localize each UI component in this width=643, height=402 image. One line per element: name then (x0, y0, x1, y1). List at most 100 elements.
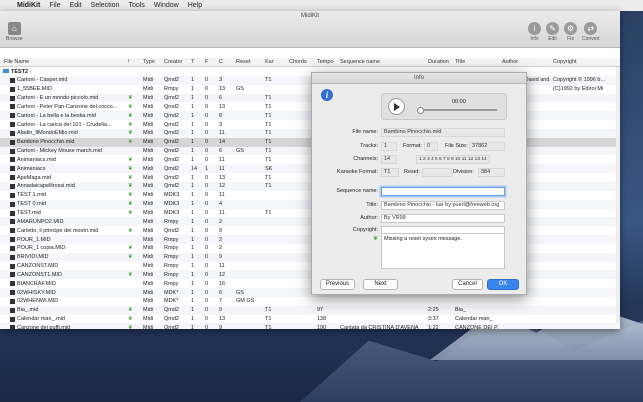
table-row[interactable]: Cartoni - La carica dei 101 - Crudelia..… (0, 120, 620, 129)
table-row[interactable]: Bia_.mid ❦ Midi Qmd2 1 0 9 T1 97 2:25 Bia_ (0, 305, 620, 315)
table-row[interactable]: Bambino Pinocchio.mid ❦ Midi Qmd2 1 0 14 T1 (0, 137, 620, 147)
table-cell: Midi (143, 139, 154, 146)
table-row[interactable]: BRIVIDI.MID ❦ Midi Rmpy 1 0 9 (0, 252, 620, 262)
table-row[interactable]: Canzone dei puffi.mid ❦ Midi Qmd2 1 0 9 T1 190 Ca… (0, 323, 620, 329)
table-row[interactable]: 02WHENWI.MID Midi MDK* 1 0 7 GM GS (0, 297, 620, 306)
column-header[interactable]: Title (455, 59, 465, 65)
table-row[interactable]: CANZONST.MID Midi Rmpy 1 0 11 (0, 262, 620, 271)
column-header[interactable]: File Name (4, 59, 29, 65)
edit-button[interactable]: ✎ Edit (546, 22, 559, 42)
ok-button[interactable]: OK (487, 279, 519, 290)
table-row[interactable]: TEST 0.mid ❦ Midi MDK3 1 0 4 (0, 199, 620, 209)
table-row[interactable]: Animaniacs❦MidiQmd214111SKR.Vitto... (0, 164, 620, 174)
app-menu[interactable]: MidiKit (17, 2, 40, 9)
column-header[interactable]: Type (143, 59, 155, 65)
table-cell: Qmd2 (164, 121, 179, 128)
table-cell: T1 (265, 95, 272, 102)
midi-file-icon (10, 95, 15, 101)
table-cell: 0 (205, 280, 209, 287)
menu-help[interactable]: Help (188, 2, 202, 9)
column-header[interactable]: Tempo (317, 59, 334, 65)
channel-list: 1 2 3 4 5 6 7 8 9 10 11 12 13 14 (416, 155, 490, 164)
table-row[interactable]: Calendar man_.mid ❦ Midi Qmd2 1 0 13 T1 138 3:37 C… (0, 315, 620, 324)
table-cell: MDK3 (164, 192, 180, 199)
title-input[interactable]: Bambino Pinocchio - kar by puerl@freeweb… (381, 201, 505, 210)
table-cell: 1 (191, 324, 195, 329)
table-row[interactable]: CANZONST1.MID ❦ Midi Rmpy 1 0 12 (0, 270, 620, 280)
cancel-button[interactable]: Cancel (452, 279, 483, 290)
column-header[interactable]: Copyright (553, 59, 577, 65)
table-row[interactable]: Carletto, il principe dei mostri.mid ❦ Mid… (0, 226, 620, 235)
table-row[interactable]: POUR_1.MID Midi Rmpy 1 0 2 (0, 235, 620, 244)
table-cell: Midi (143, 165, 154, 172)
table-row[interactable]: POUR_1 copia.MID ❦ Midi Rmpy 1 0 2 (0, 244, 620, 253)
column-header[interactable]: Kar (265, 59, 274, 65)
sequence-name-input[interactable] (381, 187, 505, 196)
table-row[interactable]: TEST 1.mid ❦ Midi MDK3 1 0 11 (0, 191, 620, 200)
column-header[interactable]: T (191, 59, 194, 65)
folder-row[interactable]: TEST2 (0, 67, 620, 76)
table-cell: Midi (143, 218, 154, 225)
column-header[interactable]: Author (502, 59, 518, 65)
column-header[interactable]: Creator (164, 59, 182, 65)
reset-field (422, 168, 452, 177)
column-header[interactable]: Sequence name (340, 59, 380, 65)
table-scrollbar[interactable] (616, 67, 620, 323)
menu-file[interactable]: File (49, 2, 60, 9)
table-row[interactable]: BIANCRAF.MID Midi Rmpy 1 0 16 (0, 279, 620, 288)
table-row[interactable]: Cartoni - Peter Pan-Canzone del cocco...… (0, 102, 620, 111)
sequence-name-label: Sequence name: (336, 188, 378, 194)
table-row[interactable]: AMARUNPO2.MID Midi Rmpy 1 0 2 (0, 217, 620, 227)
info-icon: i (528, 22, 541, 35)
table-cell: 1 (191, 236, 195, 243)
table-row[interactable]: TEST.mid ❦ Midi MDK3 1 0 11 T1 (0, 209, 620, 218)
table-cell: POUR_1.MID (17, 236, 51, 243)
menu-tools[interactable]: Tools (128, 2, 144, 9)
column-header[interactable]: ! (128, 59, 130, 65)
info-button[interactable]: i Info (528, 22, 541, 42)
table-cell: Midi (143, 289, 154, 296)
menu-edit[interactable]: Edit (70, 2, 82, 9)
midi-file-icon (10, 298, 15, 304)
table-row[interactable]: Cartoni - Mickey Mouse march.mid Midi Qmd2… (0, 146, 620, 156)
table-cell: Qmd2 (164, 316, 179, 323)
table-row[interactable]: ApeMaga.mid❦MidiQmd21013T1euro.it... (0, 173, 620, 182)
browse-button[interactable]: ⌂ Browse (6, 22, 23, 42)
fix-icon: ⚙ (564, 22, 577, 35)
table-row[interactable]: Cartoni - E un mondo piccolo.mid ❦ Midi Qmd… (0, 93, 620, 103)
convert-button[interactable]: ⇄ Convert (582, 22, 600, 42)
previous-button[interactable]: Previous (320, 279, 355, 290)
column-header[interactable]: C (219, 59, 223, 65)
table-cell: 0 (205, 201, 209, 208)
fix-button[interactable]: ⚙ Fix (564, 22, 577, 42)
table-row[interactable]: 02WHISKY.MID Midi MDK* 1 0 6 GS (0, 288, 620, 297)
column-header[interactable]: Reset (236, 59, 250, 65)
author-input[interactable]: By VR99 (381, 214, 505, 223)
column-header[interactable]: Duration (428, 59, 449, 65)
table-row[interactable]: Annadaicapellirossi.mid❦MidiQmd21012T1e.… (0, 181, 620, 191)
table-cell: Midi (143, 86, 154, 93)
fix-label: Fix (567, 36, 574, 42)
table-cell: Midi (143, 95, 154, 102)
menu-window[interactable]: Window (154, 2, 179, 9)
column-header[interactable]: Chords (289, 59, 307, 65)
dialog-title: Info (312, 73, 526, 84)
next-button[interactable]: Next (363, 279, 398, 290)
column-header[interactable]: F (205, 59, 208, 65)
play-icon[interactable] (388, 98, 405, 115)
table-cell: GS (236, 289, 244, 296)
status-leaf-icon: ❦ (128, 271, 133, 278)
table-cell: 11 (219, 165, 225, 172)
table-cell: 1 (191, 254, 195, 261)
table-cell: Cartoni - La carica dei 101 - Crudelia..… (17, 121, 112, 128)
table-row[interactable]: 1_55BEE.MID Midi Rmpy 1 0 13 GS (C)1992 by Edir… (0, 85, 620, 94)
table-row[interactable]: Cartoni - Casper.midMidiQmd2103T11801:31… (0, 75, 620, 85)
table-row[interactable]: Cartoni - La bella e la bestia.mid ❦ Midi Q… (0, 111, 620, 121)
player-progress-slider[interactable] (417, 107, 497, 113)
table-row[interactable]: Aladin_IlMondoEMio.mid❦MidiQmd21011T1ay … (0, 128, 620, 138)
table-row[interactable]: Animaniacs.mid❦MidiQmd21011T1R.Vitto... (0, 155, 620, 164)
table-cell: 1 (205, 165, 209, 172)
table-cell: T1 (265, 103, 272, 110)
table-cell: 02WHENWI.MID (17, 298, 59, 305)
menu-selection[interactable]: Selection (91, 2, 120, 9)
